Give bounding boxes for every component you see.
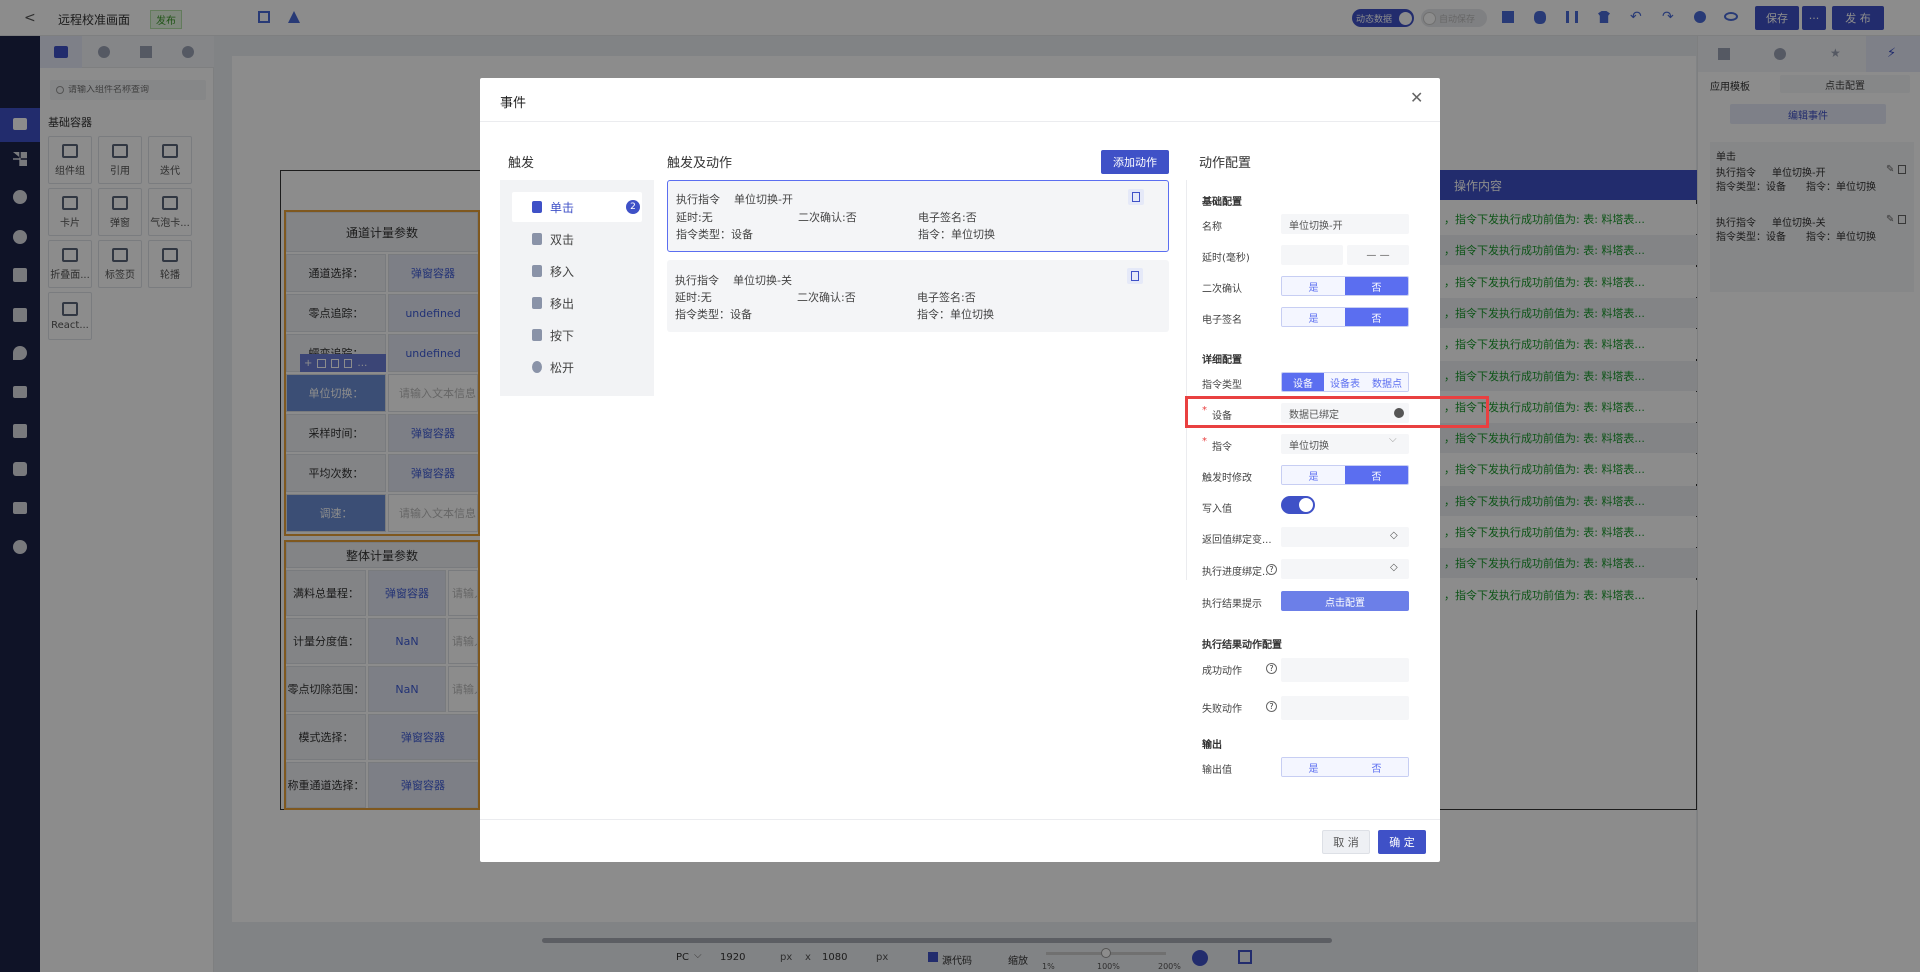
output-toggle[interactable]: 是否 [1281, 757, 1409, 777]
action-instr: 指令：单位切换 [918, 228, 995, 241]
confirm-button[interactable]: 确 定 [1378, 830, 1426, 854]
action-card[interactable]: 执行指令 单位切换-关 延时:无 二次确认:否 电子签名:否 指令类型：设备 指… [667, 260, 1169, 332]
tag-icon[interactable]: ◇ [1390, 530, 1398, 541]
action-delay: 延时:无 [675, 291, 712, 304]
action-type: 指令类型：设备 [676, 228, 753, 241]
confirm-label: 二次确认 [1202, 284, 1242, 295]
action-card[interactable]: 执行指令 单位切换-开 延时:无 二次确认:否 电子签名:否 指令类型：设备 指… [667, 180, 1169, 252]
delete-action-button[interactable] [1128, 189, 1144, 205]
cancel-button[interactable]: 取 消 [1322, 830, 1370, 854]
output-label: 输出值 [1202, 765, 1232, 776]
dialog-title: 事件 [500, 96, 527, 111]
chevron-down-icon: ⌵ [1389, 434, 1397, 445]
trigger-release[interactable]: 松开 [512, 352, 642, 382]
config-divider [1186, 180, 1187, 580]
confirm-toggle[interactable]: 是否 [1281, 276, 1409, 296]
help-icon[interactable]: ? [1266, 663, 1277, 674]
esign-toggle[interactable]: 是否 [1281, 307, 1409, 327]
name-input[interactable]: 单位切换-开 [1281, 214, 1409, 234]
action-name: 单位切换-开 [734, 193, 793, 206]
output-heading: 输出 [1202, 740, 1222, 751]
on-trigger-yes[interactable]: 是 [1282, 466, 1345, 484]
required-mark: * [1202, 436, 1207, 447]
action-esign: 电子签名:否 [918, 211, 977, 224]
on-trigger-label: 触发时修改 [1202, 473, 1252, 484]
dialog-header: 事件 ✕ [480, 78, 1440, 122]
action-esign: 电子签名:否 [917, 291, 976, 304]
hand-icon [532, 233, 542, 245]
delay-unit-select[interactable]: — — [1347, 245, 1409, 265]
write-label: 写入值 [1202, 504, 1232, 515]
dialog-footer [480, 819, 1440, 862]
esign-no[interactable]: 否 [1345, 308, 1408, 326]
result-tip-label: 执行结果提示 [1202, 599, 1262, 610]
highlight-box [1185, 396, 1489, 428]
hand-icon [532, 201, 542, 213]
write-switch[interactable] [1281, 496, 1315, 514]
trigger-mouse-leave[interactable]: 移出 [512, 288, 642, 318]
on-trigger-no[interactable]: 否 [1345, 466, 1408, 484]
close-icon[interactable]: ✕ [1410, 88, 1423, 107]
tag-icon[interactable]: ◇ [1390, 562, 1398, 573]
output-no[interactable]: 否 [1345, 758, 1408, 776]
on-trigger-toggle[interactable]: 是否 [1281, 465, 1409, 485]
action-confirm: 二次确认:否 [798, 211, 857, 224]
fail-label: 失败动作 [1202, 704, 1242, 715]
action-delay: 延时:无 [676, 211, 713, 224]
circle-icon [532, 361, 542, 373]
help-icon[interactable]: ? [1266, 564, 1277, 575]
detail-config-heading: 详细配置 [1202, 355, 1242, 366]
action-confirm: 二次确认:否 [797, 291, 856, 304]
progress-label: 执行进度绑定... [1202, 567, 1272, 578]
instr-type-device-table[interactable]: 设备表 [1324, 373, 1366, 391]
esign-label: 电子签名 [1202, 315, 1242, 326]
delay-input[interactable] [1281, 245, 1343, 265]
result-action-heading: 执行结果动作配置 [1202, 640, 1282, 651]
cursor-icon [532, 297, 542, 309]
actions-title: 触发及动作 [667, 156, 733, 171]
result-tip-config-button[interactable]: 点击配置 [1281, 591, 1409, 611]
trigger-count-badge: 2 [626, 200, 640, 214]
trigger-double-click[interactable]: 双击 [512, 224, 642, 254]
basic-config-heading: 基础配置 [1202, 197, 1242, 208]
output-yes[interactable]: 是 [1282, 758, 1345, 776]
instr-type-device[interactable]: 设备 [1282, 373, 1324, 391]
instr-type-label: 指令类型 [1202, 380, 1242, 391]
name-label: 名称 [1202, 222, 1222, 233]
help-icon[interactable]: ? [1266, 701, 1277, 712]
action-type: 指令类型：设备 [675, 308, 752, 321]
action-instr: 指令：单位切换 [917, 308, 994, 321]
delete-action-button[interactable] [1127, 268, 1143, 284]
config-title: 动作配置 [1199, 156, 1252, 171]
action-name: 单位切换-关 [733, 274, 792, 287]
instr-label: 指令 [1212, 442, 1232, 453]
delay-label: 延时(毫秒) [1202, 253, 1250, 264]
instr-type-datapoint[interactable]: 数据点 [1366, 373, 1408, 391]
esign-yes[interactable]: 是 [1282, 308, 1345, 326]
cursor-icon [532, 265, 542, 277]
triggers-title: 触发 [508, 156, 535, 171]
confirm-no[interactable]: 否 [1345, 277, 1408, 295]
hand-icon [532, 329, 542, 341]
instr-type-toggle[interactable]: 设备 设备表 数据点 [1281, 372, 1409, 392]
trash-icon [1132, 192, 1140, 202]
confirm-yes[interactable]: 是 [1282, 277, 1345, 295]
success-label: 成功动作 [1202, 666, 1242, 677]
trigger-press[interactable]: 按下 [512, 320, 642, 350]
trigger-click[interactable]: 单击 [512, 192, 642, 222]
add-action-button[interactable]: 添加动作 [1101, 150, 1169, 174]
action-cmd: 执行指令 [676, 193, 720, 206]
trash-icon [1131, 271, 1139, 281]
trigger-mouse-enter[interactable]: 移入 [512, 256, 642, 286]
return-label: 返回值绑定变... [1202, 535, 1272, 546]
fail-action-input[interactable] [1281, 696, 1409, 720]
success-action-input[interactable] [1281, 658, 1409, 682]
action-cmd: 执行指令 [675, 274, 719, 287]
